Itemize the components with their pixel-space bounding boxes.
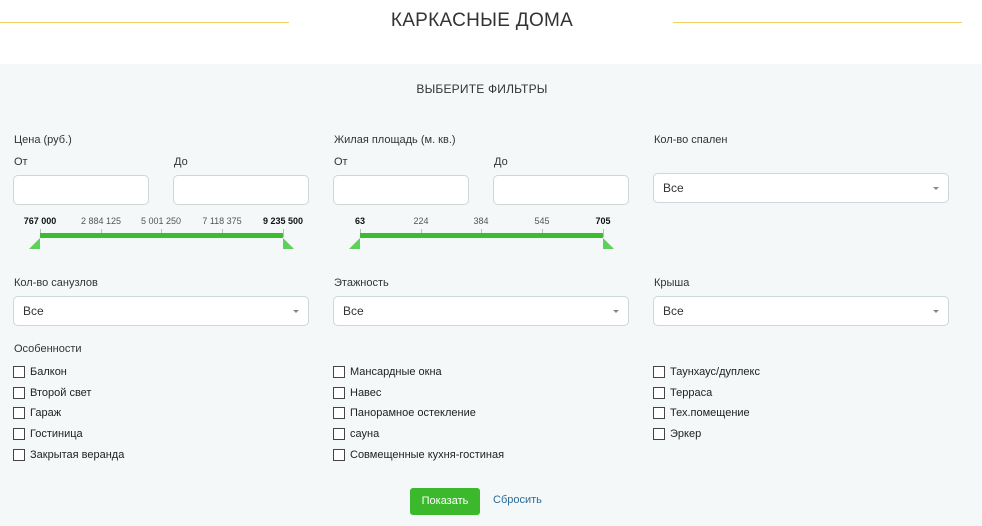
price-from-label: От (14, 156, 28, 168)
bedrooms-select-value: Все (663, 181, 684, 195)
floors-label: Этажность (334, 277, 389, 289)
area-tick-label: 63 (354, 216, 366, 226)
feature-checkbox[interactable]: Эркер (653, 428, 701, 440)
area-tick-label: 384 (473, 216, 489, 226)
area-min-handle[interactable] (349, 238, 360, 249)
area-to-input[interactable] (493, 175, 629, 205)
filter-panel: ВЫБЕРИТЕ ФИЛЬТРЫ Цена (руб.) От До 767 0… (0, 64, 982, 526)
feature-label: Навес (350, 387, 382, 399)
feature-checkbox[interactable]: Тех.помещение (653, 407, 750, 419)
feature-label: Панорамное остекление (350, 407, 476, 419)
price-tick-label: 9 235 500 (262, 216, 304, 226)
checkbox-box[interactable] (333, 449, 345, 461)
filter-panel-title: ВЫБЕРИТЕ ФИЛЬТРЫ (416, 82, 548, 96)
feature-label: Тех.помещение (670, 407, 750, 419)
feature-checkbox[interactable]: Таунхаус/дуплекс (653, 366, 760, 378)
feature-label: Таунхаус/дуплекс (670, 366, 760, 378)
checkbox-box[interactable] (333, 387, 345, 399)
feature-checkbox[interactable]: Совмещенные кухня-гостиная (333, 449, 504, 461)
reset-link[interactable]: Сбросить (493, 494, 542, 506)
area-tick-label: 705 (595, 216, 611, 226)
price-range-bar (40, 233, 283, 238)
feature-checkbox[interactable]: Навес (333, 387, 381, 399)
floors-select[interactable]: Все (333, 296, 629, 326)
checkbox-box[interactable] (653, 407, 665, 419)
feature-label: Эркер (670, 428, 702, 440)
feature-label: Закрытая веранда (30, 449, 125, 461)
bathrooms-select-value: Все (23, 304, 44, 318)
feature-checkbox[interactable]: Второй свет (13, 387, 91, 399)
area-tick-label: 545 (534, 216, 550, 226)
price-range-slider[interactable]: 767 000 2 884 125 5 001 250 7 118 375 9 … (13, 216, 309, 256)
show-button[interactable]: Показать (410, 488, 480, 515)
price-min-handle[interactable] (29, 238, 40, 249)
feature-checkbox[interactable]: Балкон (13, 366, 67, 378)
roof-select-value: Все (663, 304, 684, 318)
page-header: КАРКАСНЫЕ ДОМА (0, 0, 982, 64)
checkbox-box[interactable] (653, 366, 665, 378)
area-tick-label: 224 (413, 216, 429, 226)
feature-label: Совмещенные кухня-гостиная (350, 449, 505, 461)
checkbox-box[interactable] (13, 366, 25, 378)
price-tick-label: 5 001 250 (140, 216, 182, 226)
feature-label: Второй свет (30, 387, 92, 399)
area-range-bar (360, 233, 603, 238)
roof-label: Крыша (654, 277, 690, 289)
feature-checkbox[interactable]: сауна (333, 428, 379, 440)
bedrooms-label: Кол-во спален (654, 134, 728, 146)
checkbox-box[interactable] (13, 449, 25, 461)
price-to-label: До (174, 156, 188, 168)
bathrooms-select[interactable]: Все (13, 296, 309, 326)
checkbox-box[interactable] (653, 387, 665, 399)
area-from-input[interactable] (333, 175, 469, 205)
price-to-input[interactable] (173, 175, 309, 205)
feature-label: Балкон (30, 366, 67, 378)
area-tick (603, 229, 604, 237)
checkbox-box[interactable] (13, 428, 25, 440)
price-tick-label: 767 000 (23, 216, 57, 226)
header-divider-right (673, 22, 962, 23)
chevron-down-icon (293, 310, 299, 313)
price-from-input[interactable] (13, 175, 149, 205)
bathrooms-label: Кол-во санузлов (14, 277, 98, 289)
chevron-down-icon (613, 310, 619, 313)
price-label: Цена (руб.) (14, 134, 72, 146)
checkbox-box[interactable] (653, 428, 665, 440)
feature-label: Гостиница (30, 428, 83, 440)
price-tick-label: 2 884 125 (80, 216, 122, 226)
feature-label: Гараж (30, 407, 62, 419)
feature-checkbox[interactable]: Терраса (653, 387, 712, 399)
chevron-down-icon (933, 187, 939, 190)
roof-select[interactable]: Все (653, 296, 949, 326)
area-label: Жилая площадь (м. кв.) (334, 134, 456, 146)
area-from-label: От (334, 156, 348, 168)
feature-checkbox[interactable]: Мансардные окна (333, 366, 442, 378)
feature-label: сауна (350, 428, 380, 440)
chevron-down-icon (933, 310, 939, 313)
features-label: Особенности (14, 343, 82, 355)
area-to-label: До (494, 156, 508, 168)
price-max-handle[interactable] (283, 238, 294, 249)
feature-label: Терраса (670, 387, 713, 399)
feature-checkbox[interactable]: Панорамное остекление (333, 407, 476, 419)
feature-checkbox[interactable]: Гостиница (13, 428, 83, 440)
checkbox-box[interactable] (333, 428, 345, 440)
floors-select-value: Все (343, 304, 364, 318)
checkbox-box[interactable] (333, 407, 345, 419)
area-max-handle[interactable] (603, 238, 614, 249)
area-range-slider[interactable]: 63 224 384 545 705 (333, 216, 629, 256)
feature-checkbox[interactable]: Гараж (13, 407, 61, 419)
bedrooms-select[interactable]: Все (653, 173, 949, 203)
page-title: КАРКАСНЫЕ ДОМА (390, 10, 574, 31)
checkbox-box[interactable] (13, 407, 25, 419)
checkbox-box[interactable] (333, 366, 345, 378)
feature-checkbox[interactable]: Закрытая веранда (13, 449, 124, 461)
price-tick-label: 7 118 375 (202, 216, 242, 226)
price-tick (283, 229, 284, 237)
checkbox-box[interactable] (13, 387, 25, 399)
feature-label: Мансардные окна (350, 366, 442, 378)
